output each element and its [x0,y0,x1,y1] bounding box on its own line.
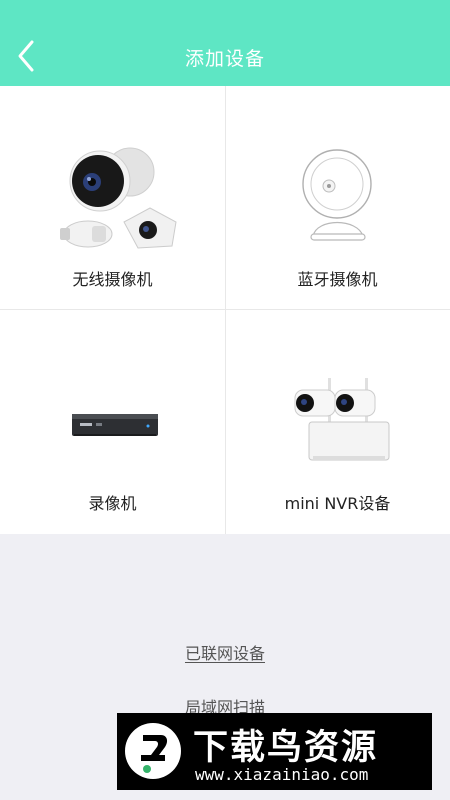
device-option-mini-nvr[interactable]: mini NVR设备 [225,310,450,534]
top-bar: 添加设备 [0,0,450,86]
device-option-recorder[interactable]: 录像机 [0,310,225,534]
mini-nvr-image [294,378,390,461]
device-option-bluetooth-camera[interactable]: 蓝牙摄像机 [225,86,450,310]
device-option-wireless-camera[interactable]: 无线摄像机 [0,86,225,310]
device-label: 蓝牙摄像机 [297,270,378,289]
grid-divider-vertical [225,86,226,534]
recorder-image [72,414,158,436]
device-label: 录像机 [88,494,137,513]
watermark-title: 下载鸟资源 [193,728,379,768]
grid-divider-horizontal [0,309,450,310]
device-label: 无线摄像机 [72,270,153,289]
page-title: 添加设备 [184,48,265,70]
watermark-banner: 下载鸟资源 www.xiazainiao.com [117,713,432,790]
bluetooth-camera-image [302,149,372,241]
watermark-url: www.xiazainiao.com [195,765,369,784]
bird-logo-icon [125,723,181,779]
device-type-grid: 无线摄像机 蓝牙摄像机 录像机 mini NVR设备 [0,86,450,534]
wireless-camera-image [60,147,177,249]
online-devices-link[interactable]: 已联网设备 [0,640,450,664]
device-label: mini NVR设备 [284,494,391,513]
